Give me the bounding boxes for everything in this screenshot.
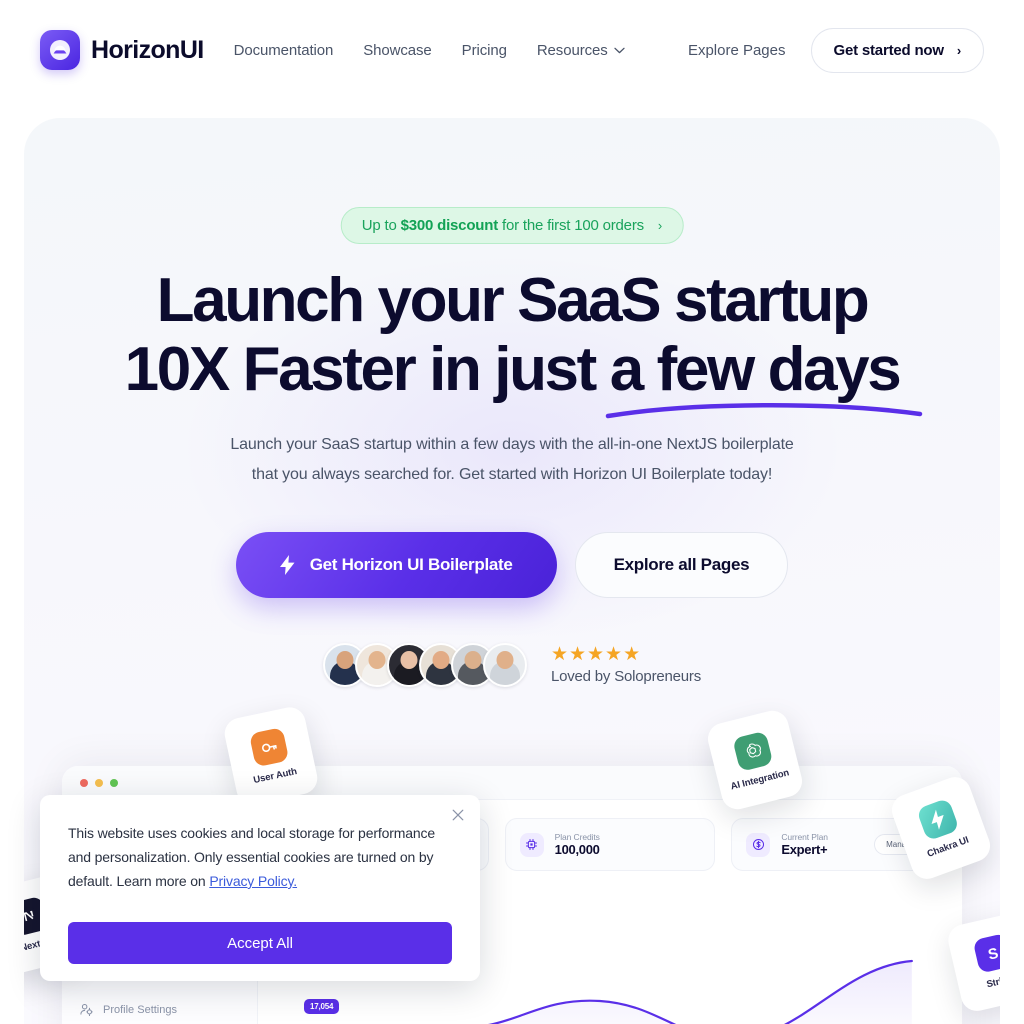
sidebar-item-profile-settings[interactable]: Profile Settings [62,994,257,1024]
nav-link-label: Documentation [233,41,334,59]
tech-card-label: AI Integration [729,767,791,793]
nav-link-pricing[interactable]: Pricing [462,42,507,59]
horizon-logo-icon [40,30,80,70]
stat-label: Current Plan [781,832,828,842]
tech-card-label: User Auth [252,766,299,787]
hero-button-row: Get Horizon UI Boilerplate Explore all P… [24,532,1000,598]
chevron-right-icon: › [657,218,663,233]
tech-card-label: Stripe [985,973,1000,991]
chevron-right-icon: › [956,42,961,58]
cookie-consent-dialog: This website uses cookies and local stor… [40,795,480,981]
privacy-policy-link[interactable]: Privacy Policy. [209,873,297,889]
get-started-button[interactable]: Get started now › [810,27,984,73]
promo-prefix: Up to [361,217,401,234]
chip-icon [519,832,544,857]
lightning-bolt-icon [279,555,295,575]
nav-link-explore-pages[interactable]: Explore Pages [688,42,786,59]
promo-badge-text: Up to $300 discount for the first 100 or… [362,217,644,234]
star-rating-icon: ★★★★★ [550,644,642,665]
get-boilerplate-button[interactable]: Get Horizon UI Boilerplate [235,532,557,598]
nav-link-label: Resources [536,41,608,59]
headline-line-2: 10X Faster in just a few days [124,335,902,404]
subtitle-line-2: that you always searched for. Get starte… [251,466,773,483]
brand-name: HorizonUI [91,35,204,64]
cookie-consent-text: This website uses cookies and local stor… [68,821,452,893]
stripe-icon: S [972,932,1000,974]
nav-link-label: Showcase [363,41,432,59]
stat-value: Expert+ [781,842,828,857]
window-dot-minimize [95,778,103,787]
chakra-bolt-icon [916,797,960,842]
nav-link-resources[interactable]: Resources [537,42,625,59]
dollar-circle-icon [746,832,771,857]
key-icon [248,727,290,768]
get-started-label: Get started now [833,41,945,59]
window-dot-close [80,778,88,787]
sidebar-item-label: Profile Settings [103,1003,177,1016]
page-title: Launch your SaaS startup 10X Faster in j… [24,266,1000,404]
stat-text: Plan Credits 100,000 [555,832,600,857]
navbar: HorizonUI Documentation Showcase Pricing… [0,0,1024,100]
stat-value: 100,000 [554,842,600,857]
get-boilerplate-label: Get Horizon UI Boilerplate [309,555,513,574]
chart-tooltip: 17,054 [304,999,340,1014]
stat-text: Current Plan Expert+ [781,832,828,857]
promo-suffix: for the first 100 orders [498,217,644,234]
social-proof-caption: Loved by Solopreneurs [550,668,702,685]
avatar-group [322,643,527,687]
chevron-down-icon [613,47,625,53]
explore-all-pages-button[interactable]: Explore all Pages [574,532,789,598]
svg-text:S: S [986,945,1000,964]
brand-logo[interactable]: HorizonUI [40,30,204,70]
user-gear-icon [80,1003,93,1016]
stat-label: Plan Credits [554,832,600,842]
openai-icon [732,730,774,772]
window-dot-maximize [110,778,118,787]
accept-all-button[interactable]: Accept All [68,922,452,964]
nav-link-label: Pricing [461,41,507,59]
nav-links: Documentation Showcase Pricing Resources [234,42,625,59]
close-icon[interactable] [450,807,466,823]
stat-card-plan-credits: Plan Credits 100,000 [504,818,716,871]
avatar [482,643,527,687]
rating-block: ★★★★★ Loved by Solopreneurs [551,645,701,685]
headline-underline [605,403,923,419]
promo-highlight: $300 discount [400,217,499,234]
tech-card-user-auth: User Auth [221,704,321,808]
social-proof: ★★★★★ Loved by Solopreneurs [24,643,1000,687]
subtitle-line-1: Launch your SaaS startup within a few da… [230,436,794,453]
headline-line-1: Launch your SaaS startup [156,266,870,335]
page-root: HorizonUI Documentation Showcase Pricing… [0,0,1024,1024]
nav-link-showcase[interactable]: Showcase [363,41,432,59]
nav-link-documentation[interactable]: Documentation [234,42,334,59]
navbar-right: Explore Pages Get started now › [688,27,984,73]
hero-subtitle: Launch your SaaS startup within a few da… [24,430,1000,490]
promo-badge[interactable]: Up to $300 discount for the first 100 or… [340,207,684,244]
